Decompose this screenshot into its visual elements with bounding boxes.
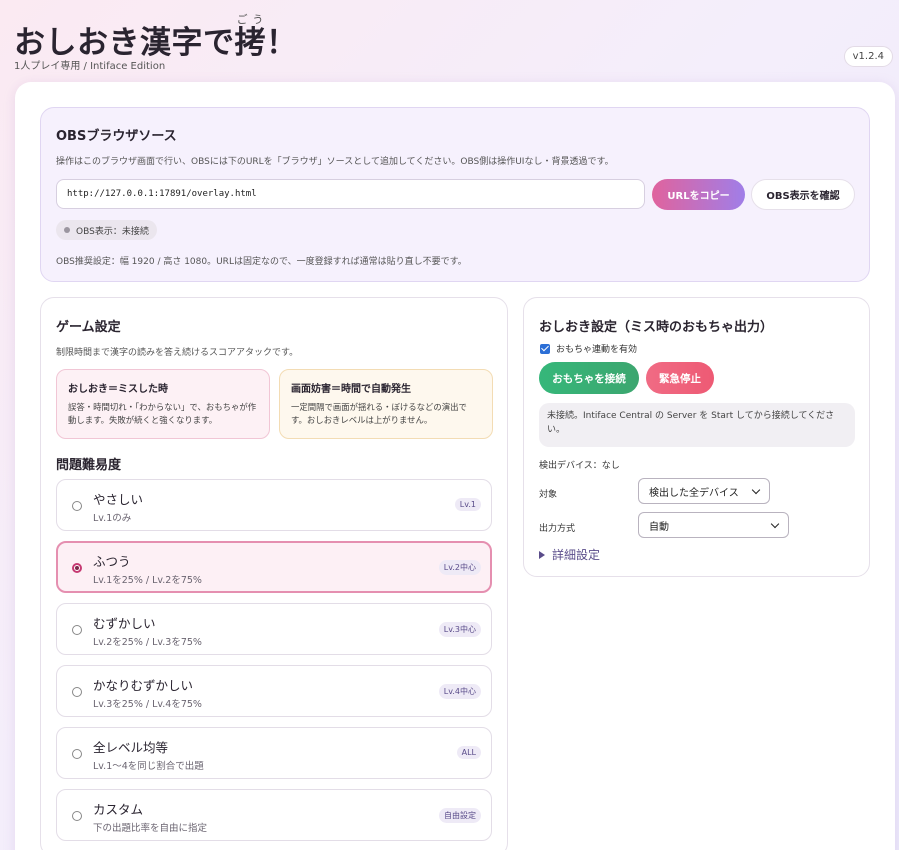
obs-recommended-note: OBS推奨設定：幅 1920 / 高さ 1080。URLは固定なので、一度登録す… — [56, 257, 467, 267]
disturb-info-heading: 画面妨害＝時間で自動発生 — [291, 384, 411, 395]
difficulty-badge: Lv.1 — [454, 498, 481, 511]
obs-browser-source-card: OBSブラウザソース 操作はこのブラウザ画面で行い、OBSには下のURLを「ブラ… — [40, 107, 870, 282]
app-title-kanji: 拷ごう — [234, 13, 267, 61]
target-select[interactable]: 検出した全デバイス — [638, 478, 770, 504]
toy-link-toggle[interactable]: おもちゃ連動を有効 — [540, 342, 637, 355]
difficulty-name: むずかしい — [93, 616, 156, 631]
difficulty-option-easy[interactable]: やさしい Lv.1のみ Lv.1 — [56, 479, 492, 531]
obs-url-input[interactable] — [56, 179, 645, 209]
version-badge: v1.2.4 — [843, 46, 893, 67]
obs-status-text: OBS表示：未接続 — [76, 226, 149, 237]
app-title-ruby: ごう — [234, 13, 266, 26]
app-title: おしおき漢字で拷ごう！ — [14, 13, 298, 59]
difficulty-name: かなりむずかしい — [93, 678, 194, 693]
difficulty-description: Lv.1を25% / Lv.2を75% — [93, 575, 202, 586]
difficulty-description: Lv.3を25% / Lv.4を75% — [93, 699, 202, 710]
app-title-kanji-char: 拷 — [234, 25, 266, 61]
difficulty-badge: Lv.4中心 — [438, 684, 481, 699]
difficulty-badge: 自由設定 — [439, 808, 481, 823]
advanced-settings-label: 詳細設定 — [552, 548, 601, 562]
app-subtitle: 1人プレイ専用 / Intiface Edition — [14, 61, 166, 72]
advanced-settings-toggle[interactable]: 詳細設定 — [539, 546, 600, 563]
radio-button[interactable] — [72, 501, 82, 511]
radio-button[interactable] — [72, 811, 82, 821]
radio-button[interactable] — [72, 687, 82, 697]
obs-status-badge: OBS表示：未接続 — [56, 220, 157, 240]
output-mode-select[interactable]: 自動 — [638, 512, 789, 538]
game-settings-card: ゲーム設定 制限時間まで漢字の読みを答え続けるスコアアタックです。 おしおき＝ミ… — [40, 297, 508, 850]
difficulty-name: カスタム — [93, 802, 144, 817]
target-select-value: 検出した全デバイス — [649, 487, 739, 499]
connect-toy-button[interactable]: おもちゃを接続 — [539, 362, 639, 394]
disclosure-triangle-icon — [539, 550, 545, 559]
output-mode-select-value: 自動 — [649, 521, 669, 533]
disturb-info-box: 画面妨害＝時間で自動発生 一定間隔で画面が揺れる・ぼけるなどの演出です。おしおき… — [279, 369, 493, 439]
chevron-down-icon — [751, 485, 761, 494]
detected-devices: 検出デバイス：なし — [539, 461, 620, 471]
radio-button[interactable] — [72, 749, 82, 759]
difficulty-option-custom[interactable]: カスタム 下の出題比率を自由に指定 自由設定 — [56, 789, 492, 841]
punish-settings-card: おしおき設定（ミス時のおもちゃ出力） おもちゃ連動を有効 おもちゃを接続 緊急停… — [523, 297, 870, 577]
difficulty-option-very-hard[interactable]: かなりむずかしい Lv.3を25% / Lv.4を75% Lv.4中心 — [56, 665, 492, 717]
copy-url-button[interactable]: URLをコピー — [652, 179, 745, 210]
obs-title: OBSブラウザソース — [56, 129, 177, 144]
difficulty-description: Lv.1のみ — [93, 513, 132, 524]
difficulty-option-all-levels[interactable]: 全レベル均等 Lv.1〜4を同じ割合で出題 ALL — [56, 727, 492, 779]
difficulty-name: ふつう — [93, 554, 131, 569]
difficulty-badge: Lv.2中心 — [438, 560, 481, 575]
connection-status-message: 未接続。Intiface Central の Server を Start して… — [539, 403, 855, 447]
app-title-end: ！ — [266, 25, 298, 61]
game-settings-description: 制限時間まで漢字の読みを答え続けるスコアアタックです。 — [56, 348, 299, 358]
app-title-main: おしおき漢字で — [14, 25, 235, 61]
chevron-down-icon — [770, 519, 780, 528]
disturb-info-body: 一定間隔で画面が揺れる・ぼけるなどの演出です。おしおきレベルは上がりません。 — [291, 402, 467, 426]
difficulty-name: やさしい — [93, 492, 144, 507]
punish-info-body: 誤答・時間切れ・「わからない」で、おもちゃが作動します。失敗が続くと強くなります… — [68, 402, 257, 426]
difficulty-heading: 問題難易度 — [56, 458, 122, 473]
toy-link-label: おもちゃ連動を有効 — [556, 345, 638, 355]
status-dot-icon — [64, 227, 70, 233]
difficulty-name: 全レベル均等 — [93, 740, 169, 755]
check-obs-button[interactable]: OBS表示を確認 — [751, 179, 855, 210]
difficulty-option-hard[interactable]: むずかしい Lv.2を25% / Lv.3を75% Lv.3中心 — [56, 603, 492, 655]
target-label: 対象 — [539, 490, 558, 500]
difficulty-option-normal[interactable]: ふつう Lv.1を25% / Lv.2を75% Lv.2中心 — [56, 541, 492, 593]
emergency-stop-button[interactable]: 緊急停止 — [646, 362, 714, 394]
difficulty-description: Lv.1〜4を同じ割合で出題 — [93, 761, 204, 772]
difficulty-description: Lv.2を25% / Lv.3を75% — [93, 637, 202, 648]
output-mode-label: 出力方式 — [539, 524, 576, 534]
checkbox-checked-icon[interactable] — [540, 343, 550, 354]
game-settings-title: ゲーム設定 — [56, 320, 121, 335]
radio-button-selected[interactable] — [72, 563, 82, 573]
punish-info-heading: おしおき＝ミスした時 — [68, 384, 168, 395]
obs-description: 操作はこのブラウザ画面で行い、OBSには下のURLを「ブラウザ」ソースとして追加… — [56, 157, 614, 167]
punish-settings-title: おしおき設定（ミス時のおもちゃ出力） — [539, 320, 774, 335]
difficulty-badge: Lv.3中心 — [438, 622, 481, 637]
radio-button[interactable] — [72, 625, 82, 635]
punish-info-box: おしおき＝ミスした時 誤答・時間切れ・「わからない」で、おもちゃが作動します。失… — [56, 369, 270, 439]
difficulty-badge: ALL — [456, 746, 481, 759]
difficulty-description: 下の出題比率を自由に指定 — [93, 823, 208, 834]
